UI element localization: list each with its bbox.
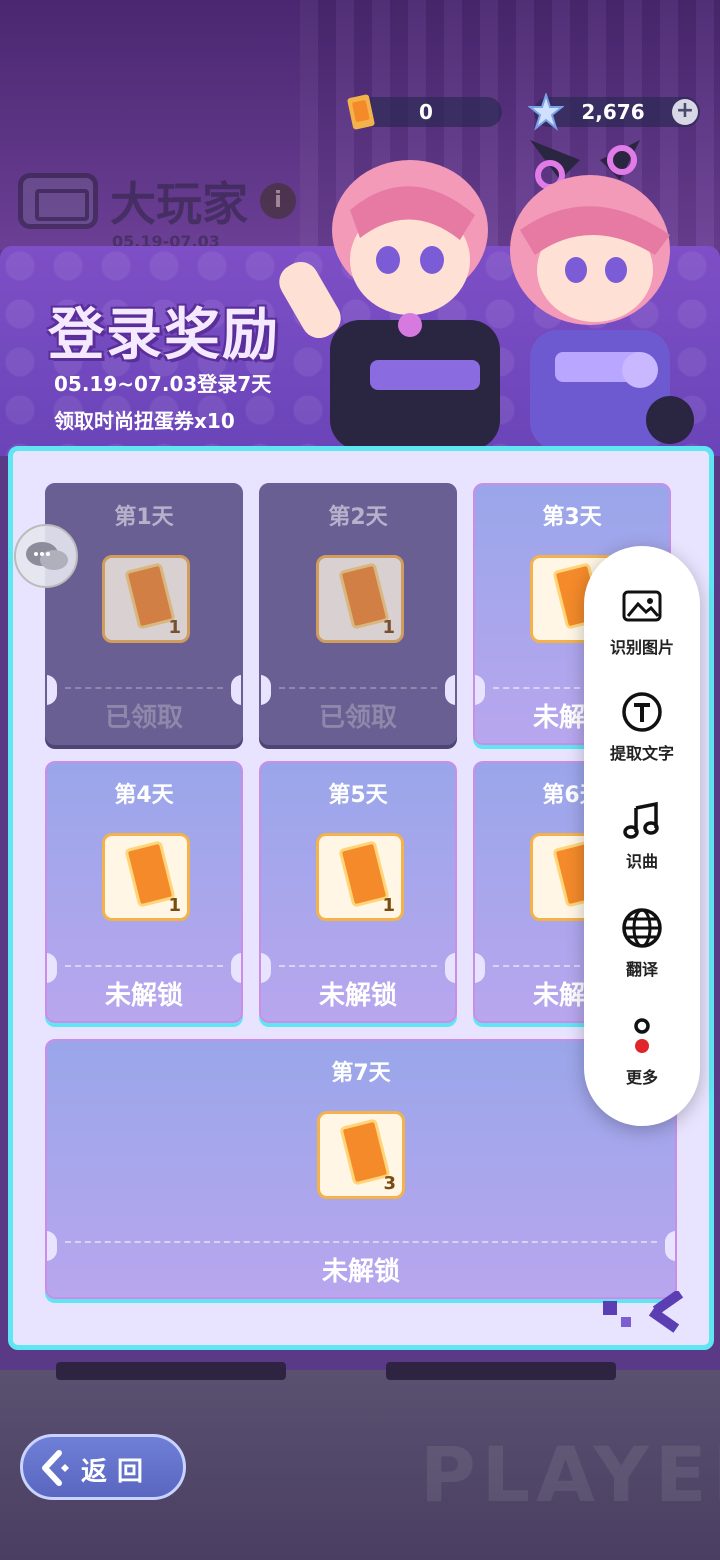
day-card-1[interactable]: 第1天 1 已领取 bbox=[45, 483, 243, 745]
day-card-7[interactable]: 第7天 3 未解锁 bbox=[45, 1039, 677, 1299]
tool-label: 更多 bbox=[625, 1068, 658, 1087]
back-arrow-icon bbox=[42, 1450, 69, 1486]
back-button[interactable]: 返回 bbox=[20, 1434, 186, 1500]
day-card-4[interactable]: 第4天 1 未解锁 bbox=[45, 761, 243, 1023]
claim-status: 已领取 bbox=[104, 703, 183, 733]
player-header: 大玩家 i bbox=[18, 168, 296, 234]
banner-subtitle-reward: 领取时尚扭蛋券x10 bbox=[54, 409, 235, 433]
pixel-decoration-icon bbox=[603, 1291, 684, 1333]
extract-text-tool[interactable]: 提取文字 bbox=[584, 690, 700, 764]
item-count: 1 bbox=[168, 895, 181, 916]
item-count: 3 bbox=[383, 1173, 396, 1194]
day-card-2[interactable]: 第2天 1 已领取 bbox=[259, 483, 457, 745]
more-dots-icon bbox=[634, 1018, 650, 1053]
tool-label: 提取文字 bbox=[609, 744, 674, 763]
day-label: 第4天 bbox=[114, 783, 174, 808]
background-player-text: PLAYER bbox=[420, 1430, 720, 1519]
banner-title: 登录奖励 bbox=[48, 303, 280, 368]
chat-icon bbox=[26, 542, 68, 570]
gacha-ticket-item: 1 bbox=[102, 555, 190, 643]
recognize-image-tool[interactable]: 识别图片 bbox=[584, 584, 700, 658]
gacha-ticket-item: 1 bbox=[316, 555, 404, 643]
characters-illustration bbox=[279, 140, 694, 450]
claim-status: 已领取 bbox=[318, 703, 397, 733]
pedestal-left bbox=[56, 1362, 286, 1380]
day-label: 第7天 bbox=[331, 1061, 391, 1086]
globe-icon bbox=[622, 908, 662, 948]
tool-label: 识曲 bbox=[625, 852, 658, 871]
claim-status: 未解锁 bbox=[321, 1257, 400, 1287]
banner-subtitle-dates: 05.19~07.03登录7天 bbox=[54, 372, 272, 396]
day-card-5[interactable]: 第5天 1 未解锁 bbox=[259, 761, 457, 1023]
pedestal-right bbox=[386, 1362, 616, 1380]
gacha-ticket-item: 1 bbox=[316, 833, 404, 921]
text-icon bbox=[622, 692, 662, 732]
translate-tool[interactable]: 翻译 bbox=[584, 906, 700, 980]
more-tool[interactable]: 更多 bbox=[584, 1014, 700, 1088]
back-label: 返回 bbox=[81, 1457, 154, 1487]
claim-status: 未解锁 bbox=[104, 981, 183, 1011]
claim-status: 未解锁 bbox=[318, 981, 397, 1011]
item-count: 1 bbox=[168, 617, 181, 638]
gacha-ticket-item: 3 bbox=[317, 1111, 405, 1199]
recognize-song-tool[interactable]: 识曲 bbox=[584, 798, 700, 872]
gacha-ticket-item: 1 bbox=[102, 833, 190, 921]
day-label: 第3天 bbox=[542, 505, 602, 530]
image-icon bbox=[622, 590, 662, 622]
chat-bubble-button[interactable] bbox=[14, 524, 78, 588]
day-label: 第5天 bbox=[328, 783, 388, 808]
tool-label: 识别图片 bbox=[609, 638, 674, 657]
tool-label: 翻译 bbox=[625, 960, 658, 979]
console-icon bbox=[18, 173, 98, 229]
player-title: 大玩家 bbox=[110, 177, 248, 231]
day-label: 第2天 bbox=[328, 505, 388, 530]
item-count: 1 bbox=[382, 895, 395, 916]
day-label: 第1天 bbox=[114, 505, 174, 530]
music-note-icon bbox=[623, 801, 659, 839]
item-count: 1 bbox=[382, 617, 395, 638]
tools-popup: 识别图片 提取文字 识曲 翻译 更多 bbox=[584, 546, 700, 1126]
